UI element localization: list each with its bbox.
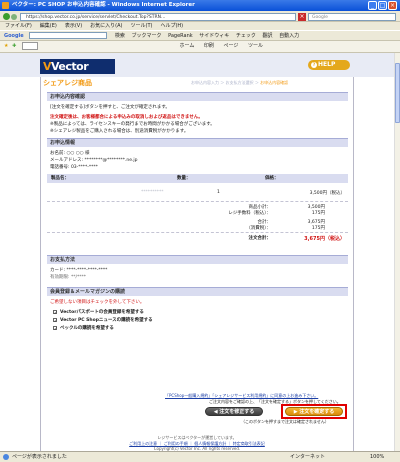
home-button[interactable]: ホーム [179, 43, 194, 49]
page-viewport: VVector ? HELP シェアレジ商品 お申込内容入力 ＞ お支払方法選択 … [0, 53, 394, 451]
confirm-order-button[interactable]: ▶ 注文を確定する [285, 407, 343, 416]
forward-nav-icon[interactable] [11, 14, 17, 20]
product-name: ********** [141, 190, 164, 195]
menu-edit[interactable]: 編集(E) [40, 23, 57, 29]
status-bar: ページが表示されました インターネット 100% [0, 451, 400, 462]
divider [47, 232, 348, 233]
menu-file[interactable]: ファイル(F) [5, 23, 32, 29]
logo-v: V [43, 60, 52, 73]
maximize-button[interactable]: □ [378, 1, 387, 10]
menu-tools[interactable]: ツール(T) [131, 23, 153, 29]
confirm-section-title: お申込内容確認 [47, 92, 348, 101]
confirm-warning: 注文確定後は、お客様都合による申込みの取消しおよび返品はできません。 [50, 115, 203, 120]
beckle-option: ベックルの購読を希望する [60, 326, 114, 331]
terms-note-2: （このボタンを押すまで注文は確定されません） [241, 419, 329, 424]
close-button[interactable]: × [388, 1, 397, 10]
col-product: 製品名： [51, 176, 69, 181]
page-menu[interactable]: ページ [224, 43, 239, 49]
customer-email: メールアドレス: ********@********.ne.jp [50, 158, 138, 163]
confirm-line-3: ※製品によっては、ライセンスキーの発行までお時間がかかる場合がございます。 [50, 122, 215, 127]
product-price: 3,500円（税込） [309, 191, 345, 196]
minimize-button[interactable]: _ [368, 1, 377, 10]
divider [47, 201, 348, 202]
total-label: 注文合計： [248, 236, 272, 241]
print-button[interactable]: 印刷 [204, 43, 214, 49]
favorites-bar: ★ ✚ ホーム 印刷 ページ ツール [0, 41, 400, 53]
main-content: シェアレジ商品 お申込内容入力 ＞ お支払方法選択 ＞ お申込内容確認 お申込内… [40, 77, 354, 451]
vertical-scrollbar[interactable] [394, 53, 400, 451]
menu-bar: ファイル(F) 編集(E) 表示(V) お気に入り(A) ツール(T) ヘルプ(H) [0, 22, 400, 30]
zone-text: インターネット [290, 454, 326, 460]
ie-icon [2, 2, 9, 9]
help-label: HELP [318, 61, 336, 68]
member-section-title: 会員登録＆メールマガジンの購読 [47, 287, 348, 296]
google-search-field[interactable] [29, 32, 108, 39]
confirm-order-label: 注文を確定する [299, 409, 335, 415]
confirm-line-1: [注文を確定する]ボタンを押すと、ご注文が確定されます。 [50, 105, 170, 110]
status-globe-icon [3, 454, 9, 460]
modify-order-button[interactable]: ◀ 注文を修正する [205, 407, 263, 416]
modify-order-label: 注文を修正する [219, 409, 255, 415]
customer-name: お名前: ○○ ○○ 様 [50, 151, 90, 156]
menu-favorites[interactable]: お気に入り(A) [90, 23, 122, 29]
gbar-check[interactable]: チェック [236, 33, 256, 39]
steps-prev: お申込内容入力 ＞ お支払方法選択 ＞ [191, 80, 261, 85]
payment-expiry: 有効期限: **/**** [50, 275, 86, 280]
payment-section-title: お支払方法 [47, 255, 348, 264]
order-table-header: 製品名： 数量： 価格： [47, 174, 348, 183]
sub-nav: シェアレジ商品 お申込内容入力 ＞ お支払方法選択 ＞ お申込内容確認 [41, 77, 353, 88]
gbar-pagerank[interactable]: PageRank [168, 33, 193, 39]
status-text: ページが表示されました [12, 454, 67, 460]
favorites-star-icon[interactable]: ★ [4, 43, 8, 49]
pcshop-news-checkbox[interactable]: ✓ [53, 318, 57, 323]
scroll-thumb[interactable] [395, 63, 400, 123]
menu-view[interactable]: 表示(V) [65, 23, 82, 29]
gbar-sidewiki[interactable]: サイドウィキ [199, 33, 229, 39]
total-value: 3,675円（税込） [304, 236, 345, 242]
help-icon: ? [311, 62, 317, 68]
address-bar: https://shop.vector.co.jp/service/servle… [0, 11, 400, 22]
sharereg-brand: シェアレジ商品 [43, 79, 92, 87]
menu-help[interactable]: ヘルプ(H) [160, 23, 183, 29]
customer-phone: 電話番号: 03-****-**** [50, 165, 98, 170]
pcshop-news-option: Vector PC Shopニュースの購読を希望する [60, 318, 153, 323]
help-button[interactable]: ? HELP [308, 60, 350, 70]
passport-checkbox[interactable]: ✓ [53, 310, 57, 315]
google-logo: Google [4, 33, 24, 39]
site-header: VVector ? HELP [0, 53, 394, 77]
stop-icon[interactable]: × [298, 13, 306, 21]
search-input[interactable]: Google [308, 13, 396, 21]
window-title-bar: ベクター: PC SHOP お申込内容確認 - Windows Internet… [0, 0, 400, 11]
gbar-bookmark[interactable]: ブックマーク [131, 33, 161, 39]
window-title: ベクター: PC SHOP お申込内容確認 - Windows Internet… [12, 2, 195, 8]
gbar-autofill[interactable]: 自動入力 [279, 33, 299, 39]
fee-label: レジ手数料（税込）： [228, 211, 271, 216]
beckle-checkbox[interactable]: ✓ [53, 326, 57, 331]
col-price: 価格： [265, 176, 279, 181]
tab-icon[interactable] [21, 41, 38, 50]
customer-section-title: お申込情報 [47, 138, 348, 147]
url-field[interactable]: https://shop.vector.co.jp/service/servle… [20, 13, 296, 21]
gbar-search[interactable]: 検索 [115, 33, 125, 39]
tax-value: 175円 [311, 226, 325, 231]
tools-menu[interactable]: ツール [248, 43, 263, 49]
fee-value: 175円 [311, 211, 325, 216]
order-steps: お申込内容入力 ＞ お支払方法選択 ＞ お申込内容確認 [191, 80, 288, 86]
member-note: ご希望しない項目はチェックを外して下さい。 [50, 300, 145, 305]
google-toolbar: Google 検索 ブックマーク PageRank サイドウィキ チェック 翻訳… [0, 30, 400, 41]
product-qty: 1 [217, 190, 220, 195]
col-qty: 数量： [177, 176, 191, 181]
add-favorite-icon[interactable]: ✚ [12, 43, 16, 49]
gbar-translate[interactable]: 翻訳 [263, 33, 273, 39]
steps-current: お申込内容確認 [260, 80, 289, 85]
payment-card: カード: ****-****-****-**** [50, 268, 108, 273]
tax-label: （消費税）： [246, 226, 271, 231]
vector-logo[interactable]: VVector [40, 59, 115, 74]
back-nav-icon[interactable] [3, 13, 10, 20]
passport-option: Vectorパスポートの会員登録を希望する [60, 310, 144, 315]
zoom-level[interactable]: 100% [370, 452, 384, 462]
logo-text: Vector [51, 60, 89, 73]
confirm-line-4: ※シェアレジ製品をご購入される場合は、別途消費税がかかります。 [50, 129, 189, 134]
